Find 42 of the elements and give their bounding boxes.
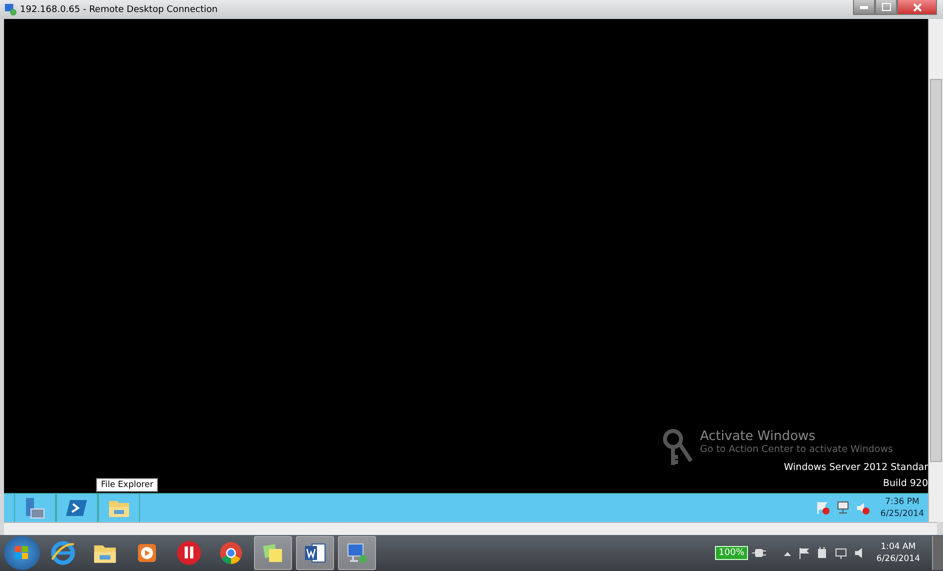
- host-clock[interactable]: 1:04 AM 6/26/2014: [868, 542, 928, 564]
- network-icon: [836, 501, 850, 515]
- edition-text: Windows Server 2012 Standar: [784, 462, 928, 473]
- monitor-icon: [345, 541, 369, 565]
- window-title: 192.168.0.65 - Remote Desktop Connection: [20, 4, 218, 14]
- plug-icon: [752, 548, 766, 558]
- activation-message: Go to Action Center to activate Windows: [700, 444, 893, 455]
- clock-time: 1:04 AM: [880, 542, 916, 552]
- volume-icon: [856, 501, 870, 515]
- close-icon: [912, 2, 922, 12]
- flag-icon: [799, 548, 810, 558]
- start-button[interactable]: [4, 536, 40, 570]
- notes-icon: [261, 541, 285, 565]
- edition-text: Build 920: [883, 478, 928, 489]
- activation-title: Activate Windows: [700, 429, 816, 444]
- close-button[interactable]: [897, 0, 937, 15]
- restore-button[interactable]: [875, 0, 897, 15]
- power-icon: [817, 547, 828, 559]
- browser-e-icon: [50, 540, 76, 566]
- round-browser-icon: [219, 541, 243, 565]
- clock-date: 6/26/2014: [876, 554, 920, 564]
- remote-clock[interactable]: 7:36 PM 6/25/2014: [876, 497, 928, 519]
- clock-time: 7:36 PM: [885, 497, 920, 507]
- tooltip: File Explorer: [96, 478, 158, 492]
- battery-indicator: 100%: [714, 546, 748, 560]
- minimize-icon: [860, 6, 868, 8]
- vertical-scrollbar[interactable]: [928, 19, 943, 522]
- play-icon: [135, 541, 159, 565]
- remote-desktop-icon: [4, 3, 17, 16]
- caret-up-icon: [784, 550, 792, 556]
- restore-icon: [882, 3, 890, 11]
- minimize-button[interactable]: [853, 0, 875, 15]
- server-icon: [23, 496, 47, 520]
- document-w-icon: [303, 541, 327, 565]
- flag-icon: [816, 501, 830, 515]
- app-icon: [176, 540, 202, 566]
- clock-date: 6/25/2014: [880, 509, 924, 519]
- windows-logo-icon: [15, 546, 29, 560]
- horizontal-scrollbar[interactable]: [4, 522, 937, 535]
- volume-icon: [855, 548, 864, 558]
- taskbar-app[interactable]: [296, 536, 334, 570]
- network-icon: [835, 548, 848, 558]
